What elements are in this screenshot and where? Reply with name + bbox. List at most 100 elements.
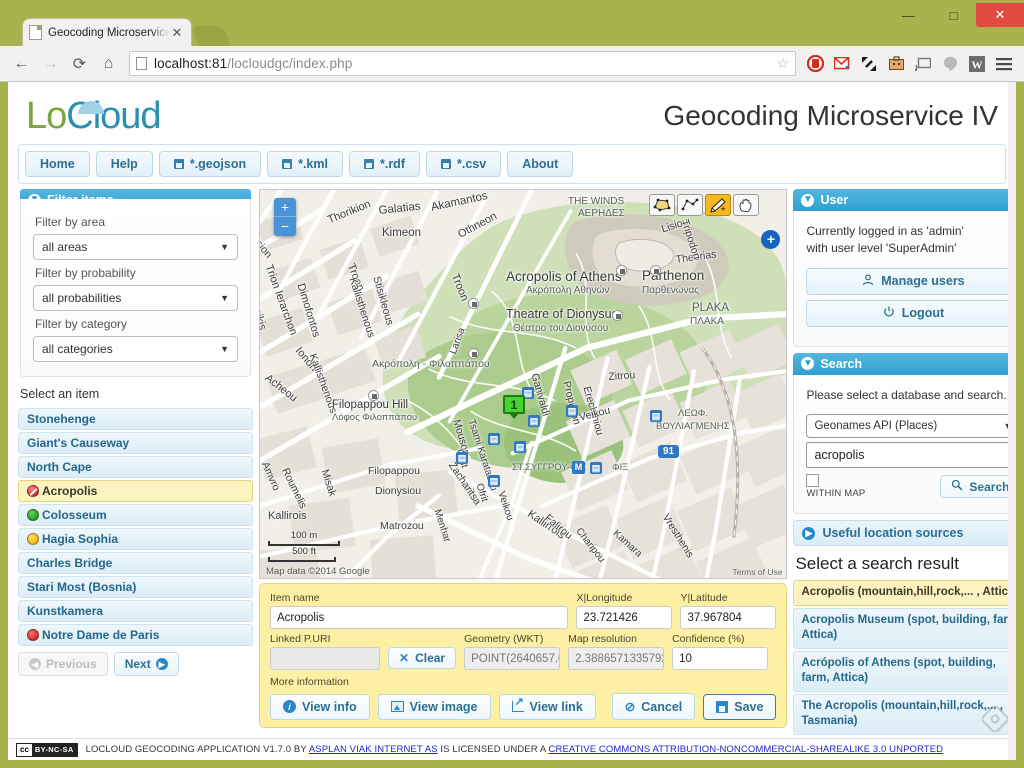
- scale-imperial-label: 500 ft: [292, 546, 316, 557]
- draw-line-tool[interactable]: [677, 194, 704, 216]
- forward-icon[interactable]: →: [37, 50, 64, 77]
- chevron-down-icon: ▼: [220, 344, 229, 354]
- zoom-in-button[interactable]: +: [274, 198, 296, 217]
- within-map-label: WITHIN MAP: [806, 488, 866, 500]
- list-item[interactable]: Stari Most (Bosnia): [18, 576, 253, 598]
- tab-close-icon[interactable]: ✕: [169, 25, 185, 41]
- list-item[interactable]: Stonehenge: [18, 408, 253, 430]
- list-item[interactable]: North Cape: [18, 456, 253, 478]
- url-path: /locloudgc/index.php: [227, 56, 353, 71]
- page-scrollbar[interactable]: [1008, 82, 1016, 760]
- nav-help-button[interactable]: Help: [95, 151, 153, 177]
- field-longitude: X|Longitude 23.721426: [576, 592, 673, 629]
- view-image-button[interactable]: View image: [377, 693, 491, 720]
- draw-point-tool[interactable]: +: [705, 194, 732, 216]
- reload-icon[interactable]: ⟳: [66, 50, 93, 77]
- list-item-selected[interactable]: Acropolis: [18, 480, 253, 502]
- minimize-button[interactable]: —: [886, 3, 931, 27]
- cancel-button[interactable]: ⊘ Cancel: [611, 693, 696, 720]
- previous-page-button[interactable]: ◀ Previous: [18, 652, 108, 676]
- search-button[interactable]: Search: [940, 475, 1016, 499]
- home-icon[interactable]: ⌂: [95, 50, 122, 77]
- address-bar[interactable]: localhost:81/locloudgc/index.php ☆: [129, 51, 796, 76]
- item-name-input[interactable]: Acropolis: [270, 606, 569, 629]
- wordpress-icon[interactable]: W: [965, 52, 989, 76]
- bookmark-star-icon[interactable]: ☆: [776, 55, 789, 72]
- gmail-icon[interactable]: [830, 52, 854, 76]
- nav-about-button[interactable]: About: [507, 151, 574, 177]
- manage-users-button[interactable]: Manage users: [806, 267, 1016, 295]
- back-icon[interactable]: ←: [8, 50, 35, 77]
- map-tiles: [260, 190, 787, 578]
- briefcase-icon[interactable]: [884, 52, 908, 76]
- list-item[interactable]: Notre Dame de Paris: [18, 624, 253, 646]
- zoom-out-button[interactable]: −: [274, 217, 296, 236]
- power-icon: [883, 306, 895, 321]
- map-marker-1[interactable]: 1: [503, 395, 525, 419]
- search-result-item[interactable]: The Acropolis (mountain,hill,rock,... , …: [793, 693, 1016, 735]
- list-item[interactable]: Charles Bridge: [18, 552, 253, 574]
- nav-kml-button[interactable]: *.kml: [267, 151, 343, 177]
- footer-link-author[interactable]: ASPLAN VIAK INTERNET AS: [309, 744, 438, 755]
- fullscreen-expand-icon[interactable]: [857, 52, 881, 76]
- page-title: Geocoding Microservice IV: [663, 100, 998, 131]
- list-item[interactable]: Colosseum: [18, 504, 253, 526]
- nav-home-button[interactable]: Home: [25, 151, 90, 177]
- view-info-button[interactable]: i View info: [270, 693, 370, 720]
- within-map-checkbox[interactable]: [806, 474, 820, 488]
- user-status-line1: Currently logged in as 'admin': [806, 224, 964, 238]
- view-link-label: View link: [529, 699, 583, 714]
- adblock-icon[interactable]: [803, 52, 827, 76]
- database-select[interactable]: Geonames API (Places) ▼: [806, 414, 1016, 439]
- search-result-item[interactable]: Acrópolis of Athens (spot, building, far…: [793, 650, 1016, 692]
- close-window-button[interactable]: ✕: [976, 3, 1024, 27]
- logout-button[interactable]: Logout: [806, 299, 1016, 327]
- uri-input[interactable]: [270, 647, 380, 670]
- nav-label: Help: [110, 157, 138, 171]
- latitude-input[interactable]: 37.967804: [680, 606, 777, 629]
- filter-probability-select[interactable]: all probabilities ▼: [33, 285, 238, 311]
- next-page-button[interactable]: Next ▶: [113, 652, 179, 676]
- longitude-input[interactable]: 23.721426: [576, 606, 673, 629]
- clear-button[interactable]: ✕ Clear: [388, 647, 457, 669]
- confidence-input[interactable]: 10: [672, 647, 769, 670]
- save-button[interactable]: Save: [703, 693, 777, 720]
- view-link-button[interactable]: View link: [498, 693, 596, 720]
- search-result-item[interactable]: Acropolis Museum (spot, building, farm, …: [793, 607, 1016, 649]
- nav-geojson-button[interactable]: *.geojson: [158, 151, 262, 177]
- map-terms-link[interactable]: Terms of Use: [732, 567, 782, 577]
- useful-sources-panel[interactable]: ▶ Useful location sources: [793, 520, 1016, 547]
- draw-polygon-tool[interactable]: [649, 194, 676, 216]
- cast-icon[interactable]: [911, 52, 935, 76]
- cancel-label: Cancel: [641, 699, 683, 714]
- chevron-down-icon: ▼: [801, 193, 815, 207]
- hangouts-icon[interactable]: [938, 52, 962, 76]
- nav-rdf-button[interactable]: *.rdf: [348, 151, 420, 177]
- list-item[interactable]: Hagia Sophia: [18, 528, 253, 550]
- pan-hand-tool[interactable]: [733, 194, 760, 216]
- within-map-control: WITHIN MAP: [806, 474, 865, 499]
- filter-category-select[interactable]: all categories ▼: [33, 336, 238, 362]
- ban-icon: ⊘: [624, 700, 636, 714]
- nav-csv-button[interactable]: *.csv: [425, 151, 502, 177]
- chevron-down-icon: ▼: [801, 357, 815, 371]
- new-tab-button[interactable]: [191, 26, 231, 46]
- maximize-button[interactable]: □: [931, 3, 976, 27]
- info-icon: i: [283, 700, 296, 713]
- search-result-item-selected[interactable]: Acropolis (mountain,hill,rock,... , Atti…: [793, 580, 1016, 606]
- chrome-menu-icon[interactable]: [992, 52, 1016, 76]
- filter-panel-header-clipped: ▼ Filter items: [20, 189, 251, 199]
- chevron-down-icon: ▼: [220, 293, 229, 303]
- user-panel-header[interactable]: ▼ User: [793, 189, 1016, 211]
- list-item[interactable]: Kunstkamera: [18, 600, 253, 622]
- search-input[interactable]: acropolis: [806, 442, 1016, 469]
- browser-tab[interactable]: Geocoding Microservice I ✕: [22, 18, 192, 46]
- list-item[interactable]: Giant's Causeway: [18, 432, 253, 454]
- map-viewport[interactable]: Thorikion Galatias Akamantos Kimeon Othneon T…: [259, 189, 788, 579]
- resolution-label: Map resolution: [568, 633, 637, 645]
- filter-panel-header[interactable]: ▼ Filter items: [20, 189, 251, 199]
- search-panel-header[interactable]: ▼ Search: [793, 352, 1016, 375]
- footer-link-license[interactable]: CREATIVE COMMONS ATTRIBUTION-NONCOMMERCI…: [549, 744, 944, 755]
- left-sidebar: ▼ Filter items Filter by area all areas …: [18, 189, 253, 729]
- filter-area-select[interactable]: all areas ▼: [33, 234, 238, 260]
